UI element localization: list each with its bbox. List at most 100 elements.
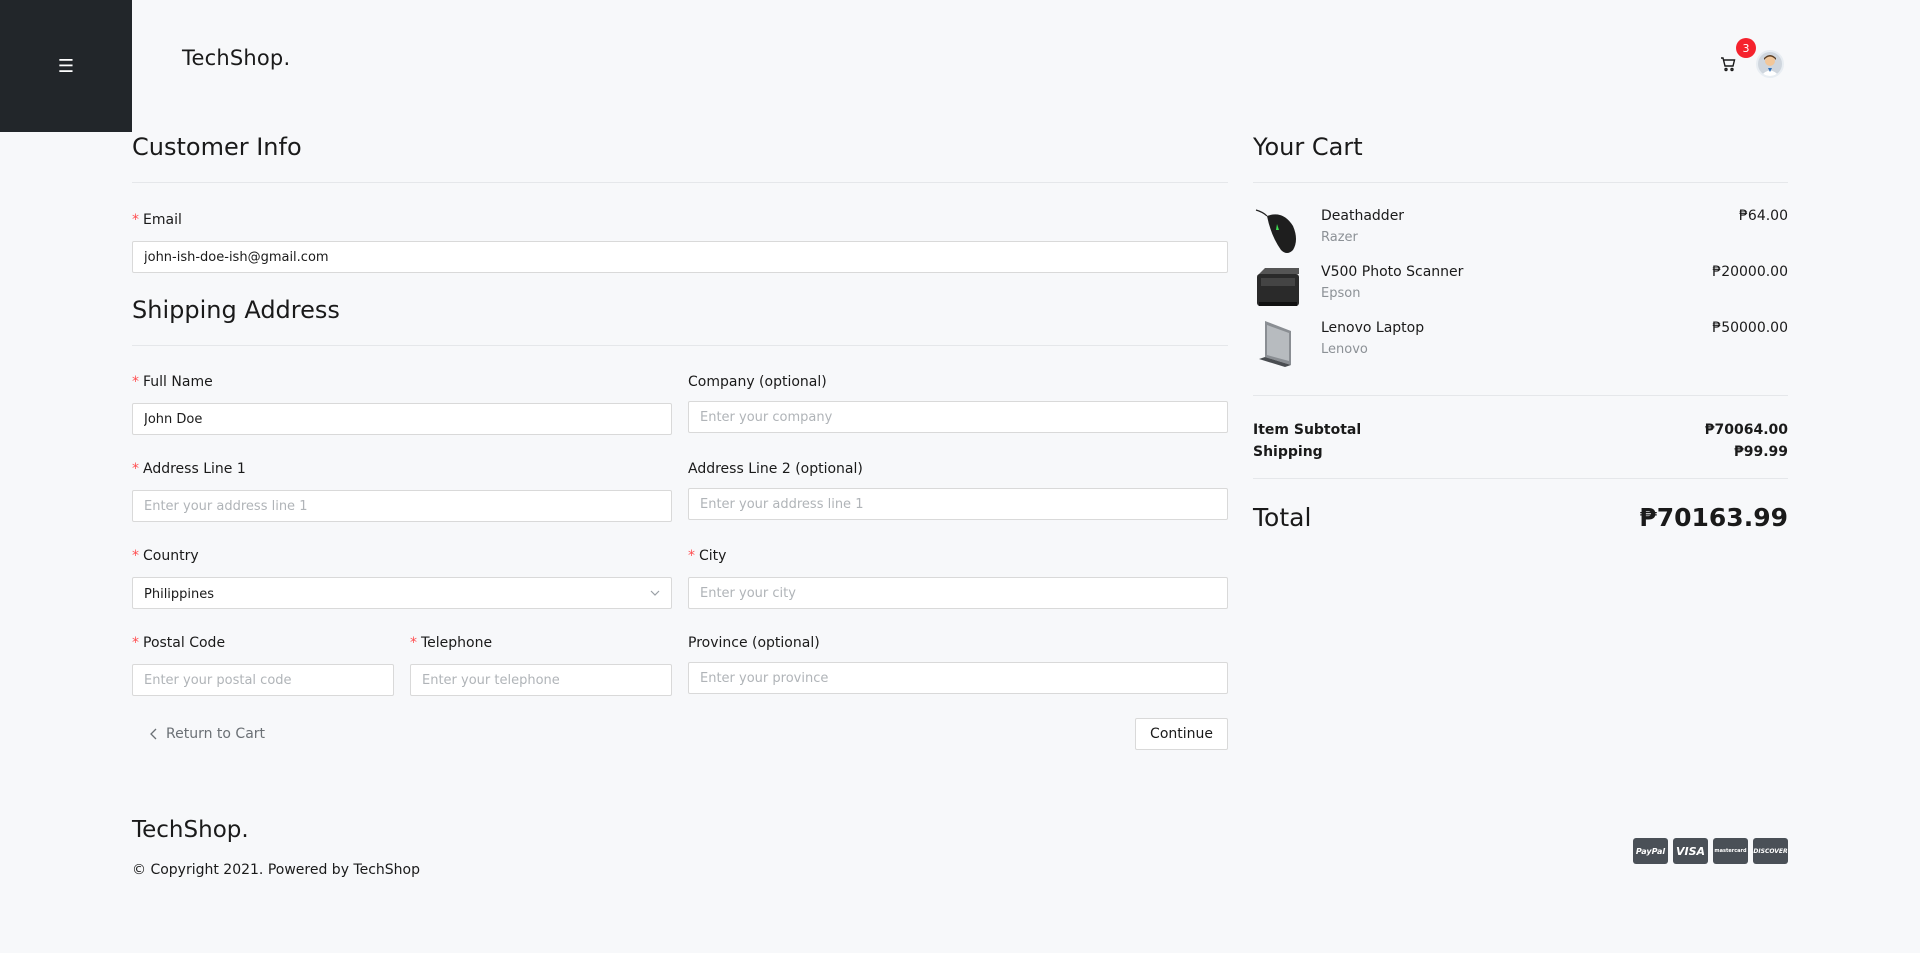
cart-item-brand: Razer xyxy=(1321,230,1358,245)
continue-button[interactable]: Continue xyxy=(1135,718,1228,750)
cart-count-badge: 3 xyxy=(1736,38,1756,58)
form-row: *Full Name Company (optional) xyxy=(132,372,1228,435)
cart-icon xyxy=(1721,57,1736,72)
email-field[interactable] xyxy=(132,241,1228,273)
postal-group: * Postal Code xyxy=(132,633,394,696)
user-avatar-icon xyxy=(1761,55,1779,76)
address1-label-text: Address Line 1 xyxy=(143,461,246,477)
visa-icon: VISA xyxy=(1673,838,1708,864)
form-actions: Return to Cart Continue xyxy=(132,718,1228,750)
discover-icon: DISCOVER xyxy=(1753,838,1788,864)
header-actions: 3 xyxy=(1716,38,1784,78)
copyright-text: © Copyright 2021. Powered by TechShop xyxy=(132,862,420,878)
cart-item-info: Lenovo Laptop Lenovo xyxy=(1321,317,1712,361)
cart-item-name: Lenovo Laptop xyxy=(1321,320,1425,336)
footer-brand[interactable]: TechShop. xyxy=(132,817,249,843)
subtotal-row: Item Subtotal ₱70064.00 xyxy=(1253,419,1788,441)
cart-item[interactable]: V500 Photo Scanner Epson ₱20000.00 xyxy=(1253,261,1788,317)
required-mark: * xyxy=(688,548,695,564)
cart-item[interactable]: Deathadder Razer ₱64.00 xyxy=(1253,205,1788,261)
checkout-form: Customer Info *Email Shipping Address *F… xyxy=(132,128,1228,750)
user-avatar[interactable] xyxy=(1756,50,1784,78)
chevron-down-icon xyxy=(650,590,660,596)
divider xyxy=(1253,478,1788,479)
cart-items: Deathadder Razer ₱64.00 V500 Photo Scann… xyxy=(1253,205,1788,373)
address2-label: Address Line 2 (optional) xyxy=(688,461,863,477)
email-group: * Email xyxy=(132,210,1228,273)
cart-item-price: ₱20000.00 xyxy=(1712,264,1788,280)
subtotal-label: Item Subtotal xyxy=(1253,422,1362,438)
form-row: *Address Line 1 Address Line 2 (optional… xyxy=(132,459,1228,522)
your-cart-title: Your Cart xyxy=(1253,133,1363,161)
divider xyxy=(132,345,1228,346)
country-group: * Country Philippines xyxy=(132,546,672,609)
province-group: Province (optional) xyxy=(688,633,1228,696)
address1-label: * Address Line 1 xyxy=(132,459,672,479)
company-field[interactable] xyxy=(688,401,1228,433)
total-row: Total ₱70163.99 xyxy=(1253,503,1788,532)
mastercard-icon: mastercard xyxy=(1713,838,1748,864)
shipping-address-title: Shipping Address xyxy=(132,296,340,324)
address1-group: * Address Line 1 xyxy=(132,459,672,522)
hamburger-icon: ☰ xyxy=(57,55,75,77)
address1-field[interactable] xyxy=(132,490,672,522)
full-name-group: * Full Name xyxy=(132,372,672,435)
shipping-row: Shipping ₱99.99 xyxy=(1253,441,1788,463)
full-name-label-text: Full Name xyxy=(143,374,213,390)
required-mark: * xyxy=(132,461,139,477)
telephone-label-text: Telephone xyxy=(421,635,493,651)
product-image-laptop xyxy=(1253,317,1303,369)
laptop-image xyxy=(1259,321,1291,367)
product-image-mouse xyxy=(1253,205,1303,257)
telephone-group: * Telephone xyxy=(410,633,672,696)
shipping-value: ₱99.99 xyxy=(1733,444,1788,460)
total-value: ₱70163.99 xyxy=(1639,503,1788,532)
address2-field[interactable] xyxy=(688,488,1228,520)
required-mark: * xyxy=(132,548,139,564)
divider xyxy=(1253,182,1788,183)
telephone-field[interactable] xyxy=(410,664,672,696)
city-label: * City xyxy=(688,546,1228,566)
postal-code-field[interactable] xyxy=(132,664,394,696)
cart-button[interactable]: 3 xyxy=(1716,38,1756,76)
cart-totals: Item Subtotal ₱70064.00 Shipping ₱99.99 xyxy=(1253,419,1788,463)
company-group: Company (optional) xyxy=(688,372,1228,435)
subtotal-value: ₱70064.00 xyxy=(1704,422,1788,438)
paypal-icon: PayPal xyxy=(1633,838,1668,864)
cart-item-brand: Epson xyxy=(1321,286,1361,301)
country-select[interactable]: Philippines xyxy=(132,577,672,609)
menu-button[interactable]: ☰ xyxy=(0,0,132,132)
return-to-cart-link[interactable]: Return to Cart xyxy=(132,726,265,742)
postal-label-text: Postal Code xyxy=(143,635,226,651)
form-row: *Postal Code *Telephone Province (option… xyxy=(132,633,1228,696)
country-value: Philippines xyxy=(144,586,215,602)
divider xyxy=(1253,395,1788,396)
cart-item-name: Deathadder xyxy=(1321,208,1405,224)
full-name-field[interactable] xyxy=(132,403,672,435)
scanner-image xyxy=(1257,268,1299,306)
province-label: Province (optional) xyxy=(688,635,820,651)
email-label-text: Email xyxy=(143,212,182,228)
mouse-image xyxy=(1255,209,1296,253)
city-label-text: City xyxy=(699,548,727,564)
chevron-left-icon xyxy=(150,728,157,740)
country-label: * Country xyxy=(132,546,672,566)
cart-item-name: V500 Photo Scanner xyxy=(1321,264,1464,280)
customer-info-title: Customer Info xyxy=(132,133,302,161)
province-field[interactable] xyxy=(688,662,1228,694)
postal-telephone-group: *Postal Code *Telephone xyxy=(132,633,672,696)
cart-item-info: Deathadder Razer xyxy=(1321,205,1739,249)
cart-item-brand: Lenovo xyxy=(1321,342,1368,357)
email-label: * Email xyxy=(132,210,1228,230)
required-mark: * xyxy=(132,635,139,651)
total-label: Total xyxy=(1253,503,1312,532)
required-mark: * xyxy=(132,374,139,390)
cart-item[interactable]: Lenovo Laptop Lenovo ₱50000.00 xyxy=(1253,317,1788,373)
cart-item-price: ₱50000.00 xyxy=(1712,320,1788,336)
required-mark: * xyxy=(132,212,139,228)
city-field[interactable] xyxy=(688,577,1228,609)
city-group: * City xyxy=(688,546,1228,609)
cart-item-price: ₱64.00 xyxy=(1739,208,1788,224)
payment-methods: PayPal VISA mastercard DISCOVER xyxy=(1633,838,1788,864)
brand-logo[interactable]: TechShop. xyxy=(182,46,290,70)
